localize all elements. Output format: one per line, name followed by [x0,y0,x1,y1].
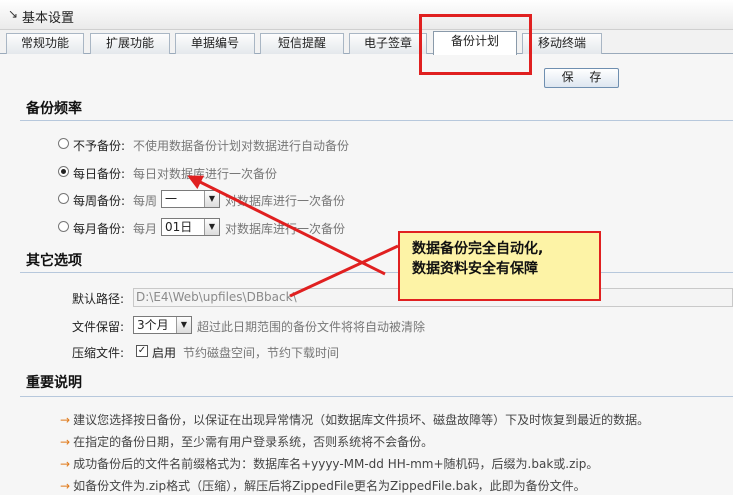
note-text: 建议您选择按日备份，以保证在出现异常情况（如数据库文件损坏、磁盘故障等）下及时恢… [73,413,650,427]
default-path-label: 默认路径: [72,292,125,306]
section-divider [20,120,733,121]
no-backup-label: 不予备份: [73,139,126,153]
weekday-select-value: 一 [165,192,178,206]
monthday-select[interactable]: 01日 ▼ [161,218,220,236]
backup-frequency-title: 备份频率 [26,101,82,117]
note-text: 如备份文件为.zip格式（压缩），解压后将ZippedFile更名为Zipped… [73,479,586,493]
tab-highlight-box [419,14,532,75]
chevron-down-icon[interactable]: ▼ [176,317,191,333]
compress-label: 压缩文件: [72,346,125,360]
window-title: 基本设置 [22,11,75,26]
callout-line-1: 数据备份完全自动化, [412,241,544,257]
save-button[interactable]: 保 存 [544,68,619,88]
daily-backup-desc: 每日对数据库进行一次备份 [133,167,278,181]
retention-select[interactable]: 3个月 ▼ [133,316,192,334]
title-bar: ↘ 基本设置 [0,0,733,30]
retention-select-value: 3个月 [137,318,169,332]
other-options-title: 其它选项 [26,253,82,269]
section-divider [20,396,733,397]
retention-label: 文件保留: [72,320,125,334]
no-backup-desc: 不使用数据备份计划对数据进行自动备份 [133,139,350,153]
monthly-backup-prefix: 每月 [133,222,158,236]
arrow-right-icon: → [60,435,71,449]
callout-line-2: 数据资料安全有保障 [412,261,538,277]
tab-document-numbering[interactable]: 单据编号 [175,33,255,54]
monthly-backup-label: 每月备份: [73,222,126,236]
section-divider [20,272,733,273]
note-text: 成功备份后的文件名前缀格式为：数据库名+yyyy-MM-dd HH-mm+随机码… [73,457,599,471]
weekly-backup-suffix: 对数据库进行一次备份 [225,194,346,208]
monthly-backup-suffix: 对数据库进行一次备份 [225,222,346,236]
tab-mobile-terminal[interactable]: 移动终端 [522,33,602,54]
no-backup-radio[interactable] [58,138,69,149]
note-text: 在指定的备份日期，至少需有用户登录系统，否则系统将不会备份。 [73,435,434,449]
compress-enable-label: 启用 [152,346,177,360]
weekly-backup-radio[interactable] [58,193,69,204]
tab-sms-reminder[interactable]: 短信提醒 [260,33,344,54]
retention-desc: 超过此日期范围的备份文件将将自动被清除 [197,320,426,334]
monthly-backup-radio[interactable] [58,221,69,232]
note-item: → 如备份文件为.zip格式（压缩），解压后将ZippedFile更名为Zippe… [60,477,586,494]
compress-desc: 节约磁盘空间，节约下载时间 [183,346,340,360]
daily-backup-radio[interactable] [58,166,69,177]
chevron-down-icon[interactable]: ▼ [204,191,219,207]
compress-checkbox[interactable]: ✓ [136,345,148,357]
note-item: → 建议您选择按日备份，以保证在出现异常情况（如数据库文件损坏、磁盘故障等）下及时… [60,411,649,428]
tab-e-signature[interactable]: 电子签章 [349,33,427,54]
weekly-backup-prefix: 每周 [133,194,158,208]
monthday-select-value: 01日 [165,220,193,234]
collapse-icon[interactable]: ↘ [8,7,18,21]
chevron-down-icon[interactable]: ▼ [204,219,219,235]
weekday-select[interactable]: 一 ▼ [161,190,220,208]
note-item: → 在指定的备份日期，至少需有用户登录系统，否则系统将不会备份。 [60,433,433,450]
tab-general[interactable]: 常规功能 [6,33,84,54]
important-notes-title: 重要说明 [26,375,82,391]
tab-bar: 常规功能 扩展功能 单据编号 短信提醒 电子签章 备份计划 移动终端 [0,30,733,55]
daily-backup-label: 每日备份: [73,167,126,181]
annotation-callout: 数据备份完全自动化, 数据资料安全有保障 [398,231,601,301]
arrow-right-icon: → [60,457,71,471]
note-item: → 成功备份后的文件名前缀格式为：数据库名+yyyy-MM-dd HH-mm+随机… [60,455,598,472]
arrow-right-icon: → [60,479,71,493]
tab-extensions[interactable]: 扩展功能 [90,33,170,54]
arrow-right-icon: → [60,413,71,427]
weekly-backup-label: 每周备份: [73,194,126,208]
